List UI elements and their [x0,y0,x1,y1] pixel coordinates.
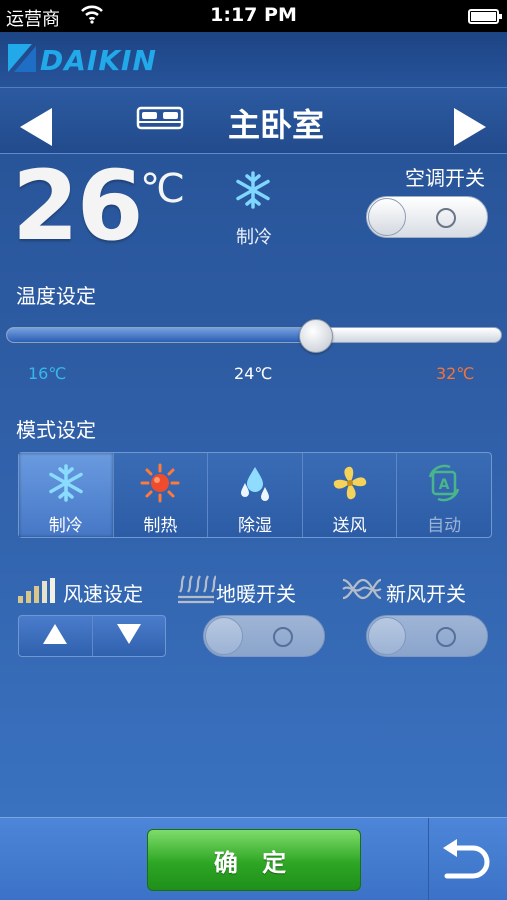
power-switch[interactable] [366,196,488,238]
brand-logo-text: DAIKIN [40,44,157,77]
mode-fan-button[interactable]: 送风 [303,453,398,537]
current-temperature: 26 [12,150,144,262]
confirm-button[interactable]: 确 定 [147,829,361,891]
switch-knob [205,617,243,655]
bed-icon [136,106,184,134]
room-title: 主卧室 [228,106,325,144]
mode-setting-label: 模式设定 [16,418,96,442]
fan-speed-up-button[interactable] [19,616,93,656]
next-room-button[interactable] [450,106,488,152]
status-bar: 运营商 1:17 PM [0,0,507,32]
switch-knob [368,617,406,655]
temperature-unit: ℃ [140,166,185,212]
previous-room-button[interactable] [18,106,56,152]
battery-icon [468,9,502,24]
temperature-mid-label: 24℃ [234,364,273,383]
floor-heating-label: 地暖开关 [216,582,296,606]
arrow-down-icon [116,623,142,649]
daikin-logo-icon [8,42,38,78]
bottom-divider [428,818,429,900]
arrow-up-icon [42,623,68,649]
snowflake-icon [46,463,86,503]
temperature-slider-thumb[interactable] [299,319,333,353]
mode-auto-button[interactable]: A 自动 [397,453,491,537]
mode-label: 除湿 [237,516,272,536]
auto-icon: A [424,463,464,503]
sun-icon [140,463,180,503]
mode-selector: 制冷 制热 除湿 送风 A 自动 [18,452,492,538]
signal-bars-icon [17,578,57,608]
mode-label: 自动 [427,516,462,536]
power-switch-label: 空调开关 [405,166,485,190]
fresh-air-switch[interactable] [366,615,488,657]
fan-speed-stepper [18,615,166,657]
fan-speed-down-button[interactable] [93,616,166,656]
slider-fill [7,328,317,342]
switch-off-indicator-icon [436,208,456,228]
current-mode-label: 制冷 [236,227,272,248]
temperature-max-label: 32℃ [436,364,475,383]
fan-icon [330,463,370,503]
water-drops-icon [235,463,275,503]
mode-dehumidify-button[interactable]: 除湿 [208,453,303,537]
snowflake-icon [233,170,273,214]
return-arrow-icon[interactable] [441,838,491,886]
temperature-slider[interactable] [6,327,502,343]
switch-off-indicator-icon [436,627,456,647]
mode-label: 制冷 [48,516,83,536]
mode-cool-button[interactable]: 制冷 [19,453,114,537]
floor-heating-switch[interactable] [203,615,325,657]
floor-heating-icon [176,572,217,612]
fresh-air-label: 新风开关 [386,582,466,606]
switch-knob [368,198,406,236]
fresh-air-icon [341,574,383,608]
temperature-min-label: 16℃ [28,364,67,383]
switch-off-indicator-icon [273,627,293,647]
mode-heat-button[interactable]: 制热 [114,453,209,537]
status-time: 1:17 PM [210,4,297,26]
fan-speed-label: 风速设定 [63,582,143,606]
svg-text:A: A [439,477,450,493]
mode-label: 制热 [143,516,178,536]
mode-label: 送风 [332,516,367,536]
temperature-setting-label: 温度设定 [16,284,96,308]
